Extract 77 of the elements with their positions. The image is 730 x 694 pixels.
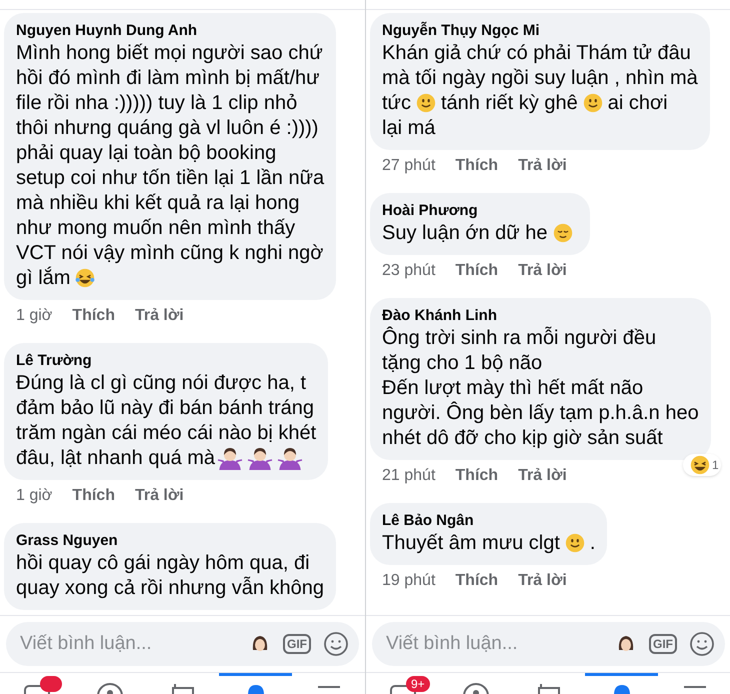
comment-text: Suy luận ớn dữ he (382, 220, 548, 246)
comment-field[interactable]: Viết bình luận... GIF (6, 622, 359, 666)
reply-link[interactable]: Trả lời (518, 464, 567, 488)
comment-text: đảm bảo lũ này đi bán bánh tráng (16, 396, 314, 420)
nav-tab[interactable]: 9+ (366, 673, 439, 694)
like-link[interactable]: Thích (72, 484, 115, 508)
comment-text: thôi nhưng quáng gà vl luôn é :)))) (16, 116, 318, 140)
smiling-emoji-icon (582, 92, 604, 114)
comment-text: Khán giả chứ có phải Thám tử đâu (382, 40, 691, 66)
comment-text: mà nhiều khi kết quả ra lại hong (16, 190, 300, 216)
author-name[interactable]: Lê Trường (16, 351, 316, 370)
gif-button[interactable]: GIF (649, 634, 677, 654)
comment-text: nhét dô đỡ cho kịp giờ sản suất (382, 426, 663, 450)
comment-text: đâu, lật nhanh quá mà (16, 446, 216, 470)
comment-text: gì lắm (16, 266, 70, 290)
reply-link[interactable]: Trả lời (134, 484, 184, 508)
comment-text: lại má (382, 116, 436, 140)
shrugging-figure-icon (247, 446, 274, 470)
author-name[interactable]: Lê Bảo Ngân (382, 511, 596, 530)
nav-tab[interactable] (585, 673, 658, 694)
comment-text: Mình hong biết mọi người sao chứ (16, 40, 323, 66)
avatar-sticker-icon[interactable] (251, 634, 269, 654)
comment-time: 1 giờ (16, 486, 52, 506)
comment-text: file rồi nha :))))) tuy là 1 clip nhỏ (16, 90, 298, 116)
gif-button[interactable]: GIF (283, 634, 311, 654)
comment-text: Ông trời sinh ra mỗi người đều (382, 326, 656, 350)
reply-link[interactable]: Trả lời (518, 259, 567, 283)
comment-text: tức (382, 90, 411, 116)
comment-text: trăm ngàn cái méo cái nào bị khét (16, 420, 316, 446)
relieved-emoji-icon (552, 222, 574, 244)
comment-text: Đến lượt mày thì hết mất não (382, 376, 644, 400)
avatar-sticker-icon[interactable] (617, 634, 635, 654)
emoji-icon[interactable] (689, 631, 715, 657)
reply-link[interactable]: Trả lời (518, 569, 567, 593)
comment-time: 27 phút (382, 156, 436, 176)
author-name[interactable]: Hoài Phương (382, 201, 578, 220)
like-link[interactable]: Thích (455, 259, 498, 283)
comment-text: . (590, 530, 596, 556)
comment-text: phải quay lại toàn bộ booking (16, 140, 276, 166)
shrugging-figure-icon (217, 446, 244, 470)
like-link[interactable]: Thích (72, 304, 115, 328)
notification-badge: 9+ (406, 676, 430, 692)
emoji-icon[interactable] (323, 631, 349, 657)
laughing-emoji-icon (689, 454, 712, 476)
comment-text: như mong muốn nên mình thấy (16, 216, 296, 240)
comment-text: ai chơi (608, 90, 668, 116)
like-link[interactable]: Thích (455, 464, 498, 488)
comment-text: người. Ông bèn lấy tạm p.h.â.n heo (382, 400, 699, 426)
author-name[interactable]: Nguyen Huynh Dung Anh (16, 21, 324, 40)
comment-time: 23 phút (382, 261, 436, 281)
comment-text: tặng cho 1 bộ não (382, 350, 542, 376)
comment-time: 21 phút (382, 466, 436, 486)
like-link[interactable]: Thích (455, 154, 498, 178)
comment-text: tánh riết kỳ ghê (440, 90, 578, 116)
comment-field[interactable]: Viết bình luận... GIF (372, 622, 725, 666)
like-link[interactable]: Thích (455, 569, 498, 593)
reply-link[interactable]: Trả lời (134, 304, 184, 328)
comment-text: Thuyết âm mưu clgt (382, 530, 560, 556)
shrugging-figure-icon (277, 446, 304, 470)
comment-text: hồi đó mình đi làm mình bị mất/hư (16, 66, 320, 90)
comment-text: hồi quay cô gái ngày hôm qua, đi (16, 550, 310, 576)
comment-text: Đúng là cl gì cũng nói được ha, t (16, 370, 306, 396)
author-name[interactable]: Nguyễn Thụy Ngọc Mi (382, 21, 698, 40)
laughing-emoji-icon (74, 266, 96, 288)
reaction-badge[interactable]: 1 (683, 454, 721, 476)
reply-link[interactable]: Trả lời (518, 154, 567, 178)
comment-text: mà tối ngày ngồi suy luận , nhìn mà (382, 66, 698, 90)
author-name[interactable]: Grass Nguyen (16, 531, 324, 550)
smiling-emoji-icon (564, 532, 586, 554)
nav-tab[interactable] (219, 673, 292, 694)
comment-text: setup coi như tốn tiền lại 1 lần nữa (16, 166, 324, 190)
comment-time: 19 phút (382, 571, 436, 591)
smiling-emoji-icon (414, 92, 437, 114)
author-name[interactable]: Đào Khánh Linh (382, 306, 699, 325)
comment-text: VCT nói vậy mình cũng k nghi ngờ (16, 240, 324, 266)
comment-text: quay xong cả rồi nhưng vẫn không (16, 576, 324, 600)
comment-time: 1 giờ (16, 306, 52, 326)
